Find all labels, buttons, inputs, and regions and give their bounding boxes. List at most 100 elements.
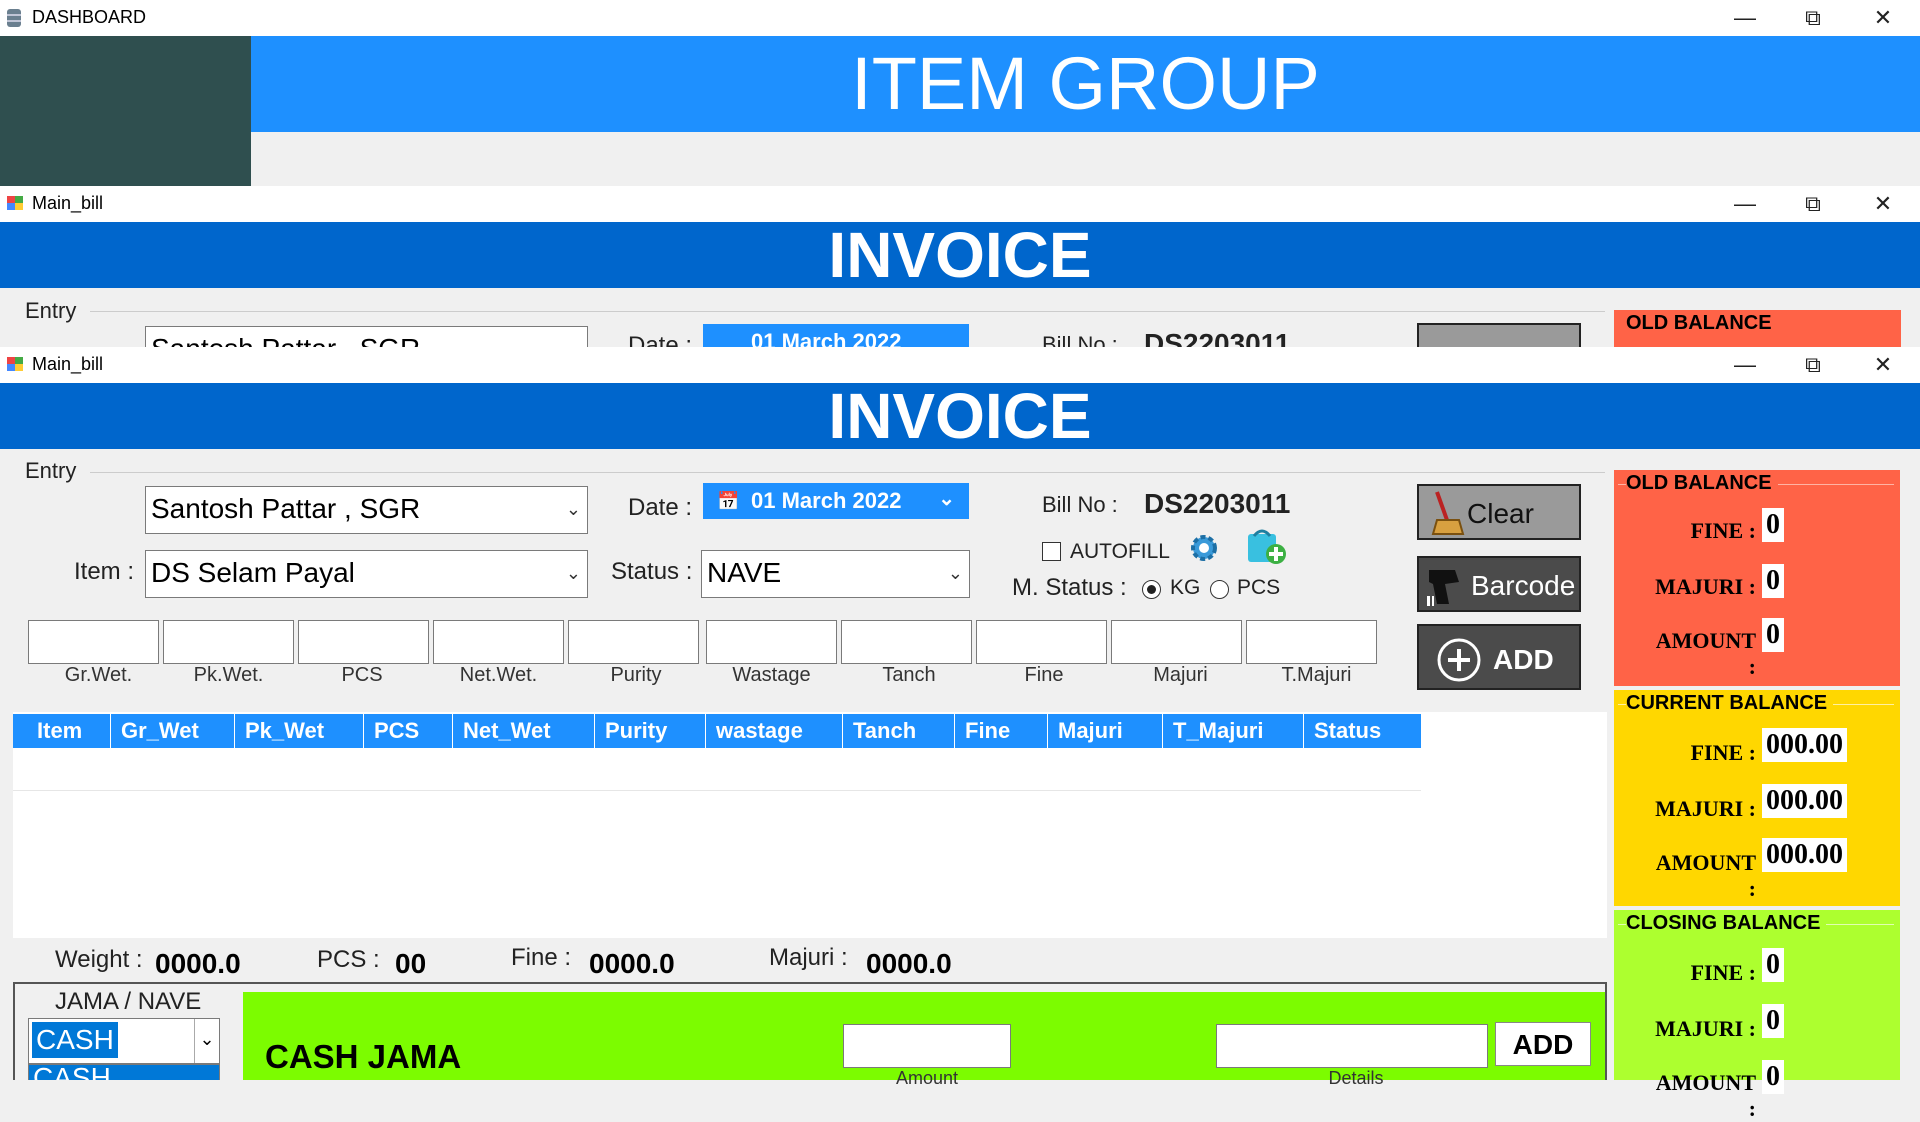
jama-dropdown-list[interactable]: CASH [28,1064,220,1080]
chevron-down-icon[interactable]: ⌄ [948,551,963,595]
old-balance-title: OLD BALANCE [1626,472,1778,495]
net-wet-label: Net.Wet. [459,664,538,686]
column-header-net-wet[interactable]: Net_Wet [453,714,595,748]
dashboard-title: DASHBOARD [32,7,147,27]
status-value: NAVE [707,557,782,588]
customer-combo[interactable]: Santosh Pattar , SGR ⌄ [145,486,588,534]
status-label: Status : [611,558,693,585]
majuri-input[interactable] [1111,620,1242,664]
closing-balance-panel: CLOSING BALANCE FINE : 0 MAJURI : 0 AMOU… [1614,910,1900,1121]
bg-old-balance-title: OLD BALANCE [1626,312,1772,334]
chevron-down-icon[interactable]: ⌄ [938,481,955,517]
entry-group-border [90,472,1605,473]
broom-icon [1429,490,1469,541]
bg-window-titlebar: Main_bill — ⧉ ✕ [0,186,1920,222]
column-header-pcs[interactable]: PCS [364,714,453,748]
current-balance-title: CURRENT BALANCE [1626,692,1834,715]
plus-circle-icon [1437,638,1481,687]
old-amount-label: AMOUNT : [1655,628,1756,679]
column-header-status[interactable]: Status [1304,714,1421,748]
dashboard-content [251,132,1920,186]
column-header-fine[interactable]: Fine [955,714,1048,748]
pcs-radio[interactable] [1210,580,1229,599]
restore-icon[interactable]: ⧉ [1788,4,1838,32]
column-header-t-majuri[interactable]: T_Majuri [1163,714,1304,748]
jama-add-label: ADD [1512,1029,1574,1060]
details-input[interactable] [1216,1024,1488,1068]
entry-group-label: Entry [25,458,77,483]
dashboard-sidebar [0,36,251,186]
current-fine-label: FINE : [1690,740,1756,765]
amount-label: Amount [895,1068,959,1088]
current-amount-value: 000.00 [1762,838,1847,872]
weight-total-label: Weight : [55,946,143,973]
closing-amount-label: AMOUNT : [1655,1070,1756,1121]
old-fine-label: FINE : [1690,518,1756,543]
wastage-input[interactable] [706,620,837,664]
date-picker[interactable]: 📅 01 March 2022 ⌄ [703,483,969,519]
fine-total-value: 0000.0 [589,948,675,979]
add-button[interactable]: ADD [1417,624,1581,690]
minimize-icon[interactable]: — [1720,190,1770,218]
weight-total-value: 0000.0 [155,948,241,979]
column-header-pk-wet[interactable]: Pk_Wet [235,714,364,748]
close-icon[interactable]: ✕ [1858,351,1908,379]
closing-majuri-label: MAJURI : [1655,1016,1756,1041]
restore-icon[interactable]: ⧉ [1788,351,1838,379]
bg-entry-label: Entry [25,298,77,323]
item-label: Item : [74,558,135,585]
pk-wet-input[interactable] [163,620,294,664]
add-item-bag-icon[interactable] [1244,526,1288,566]
bg-clear-button [1417,323,1581,348]
fine-label: Fine [1024,664,1064,686]
pcs-input[interactable] [298,620,429,664]
barcode-button-label: Barcode [1471,570,1576,601]
add-button-label: ADD [1493,644,1554,675]
jama-dropdown-option[interactable]: CASH [29,1065,219,1080]
minimize-icon[interactable]: — [1720,351,1770,379]
column-header-wastage[interactable]: wastage [706,714,843,748]
close-icon[interactable]: ✕ [1858,4,1908,32]
restore-icon[interactable]: ⧉ [1788,190,1838,218]
invoice-banner: INVOICE [0,383,1920,449]
column-header-item[interactable]: Item [13,714,111,748]
chevron-down-icon[interactable]: ⌄ [194,1019,219,1063]
grid-row-divider [13,790,1421,791]
jama-add-button[interactable]: ADD [1495,1022,1591,1066]
amount-input[interactable] [843,1024,1011,1068]
jama-type-select[interactable]: CASH ⌄ [28,1018,220,1064]
bg-entry-line [90,311,1605,312]
purity-input[interactable] [568,620,699,664]
wastage-label: Wastage [732,664,811,686]
chevron-down-icon[interactable]: ⌄ [566,487,581,531]
tanch-input[interactable] [841,620,972,664]
jama-type-value: CASH [32,1022,118,1058]
fine-input[interactable] [976,620,1107,664]
old-balance-panel: OLD BALANCE FINE : 0 MAJURI : 0 AMOUNT :… [1614,470,1900,686]
autofill-checkbox[interactable] [1042,542,1061,561]
majuri-label: Majuri [1153,664,1208,686]
bg-invoice-title: INVOICE [828,219,1092,291]
clear-button-label: Clear [1467,498,1534,529]
settings-gear-icon[interactable] [1188,532,1220,564]
chevron-down-icon[interactable]: ⌄ [566,551,581,595]
column-header-majuri[interactable]: Majuri [1048,714,1163,748]
column-header-purity[interactable]: Purity [595,714,706,748]
dashboard-banner-title: ITEM GROUP [851,42,1320,125]
closing-amount-value: 0 [1762,1060,1784,1094]
close-icon[interactable]: ✕ [1858,190,1908,218]
barcode-button[interactable]: Barcode [1417,556,1581,612]
column-header-gr-wet[interactable]: Gr_Wet [111,714,235,748]
status-combo[interactable]: NAVE ⌄ [701,550,970,598]
column-header-tanch[interactable]: Tanch [843,714,955,748]
kg-radio[interactable] [1142,580,1161,599]
radio-dot [1147,585,1156,594]
t-majuri-input[interactable] [1246,620,1377,664]
minimize-icon[interactable]: — [1720,4,1770,32]
m-status-label: M. Status : [1012,574,1127,601]
gr-wet-input[interactable] [28,620,159,664]
date-label: Date : [628,494,693,521]
item-combo[interactable]: DS Selam Payal ⌄ [145,550,588,598]
clear-button[interactable]: Clear [1417,484,1581,540]
net-wet-input[interactable] [433,620,564,664]
